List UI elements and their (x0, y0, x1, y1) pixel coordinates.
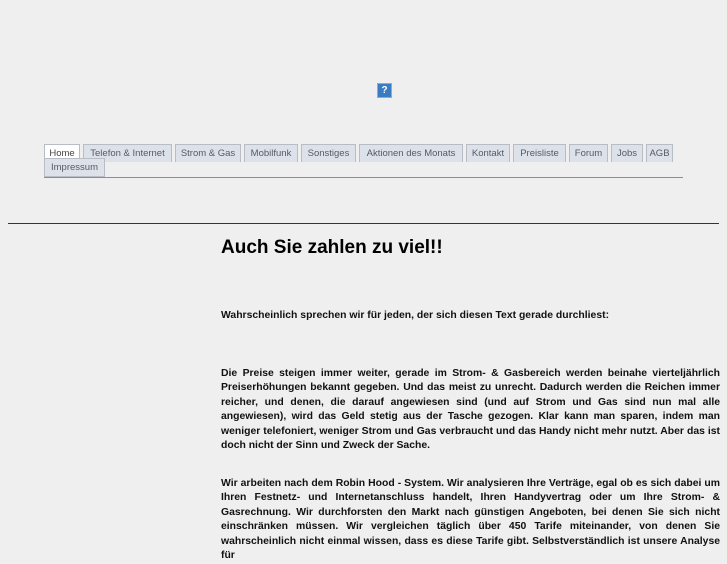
tab-mobilfunk[interactable]: Mobilfunk (244, 144, 298, 162)
body-paragraph: Wir arbeiten nach dem Robin Hood - Syste… (221, 477, 720, 562)
nav-divider (44, 177, 683, 178)
tab-strom-gas[interactable]: Strom & Gas (175, 144, 241, 162)
tab-impressum[interactable]: Impressum (44, 158, 105, 177)
main-content: Auch Sie zahlen zu viel!! Wahrscheinlich… (221, 237, 720, 564)
horizontal-rule (8, 223, 719, 224)
tab-preisliste[interactable]: Preisliste (513, 144, 566, 162)
page-title: Auch Sie zahlen zu viel!! (221, 237, 443, 258)
tab-sonstiges[interactable]: Sonstiges (301, 144, 356, 162)
intro-paragraph: Wahrscheinlich sprechen wir für jeden, d… (221, 310, 610, 321)
tab-aktionen-des-monats[interactable]: Aktionen des Monats (359, 144, 463, 162)
question-mark-icon: ? (377, 83, 392, 98)
tab-agb[interactable]: AGB (646, 144, 673, 162)
body-paragraph: Die Preise steigen immer weiter, gerade … (221, 367, 720, 452)
tab-forum[interactable]: Forum (569, 144, 608, 162)
tab-jobs[interactable]: Jobs (611, 144, 643, 162)
tab-kontakt[interactable]: Kontakt (466, 144, 510, 162)
